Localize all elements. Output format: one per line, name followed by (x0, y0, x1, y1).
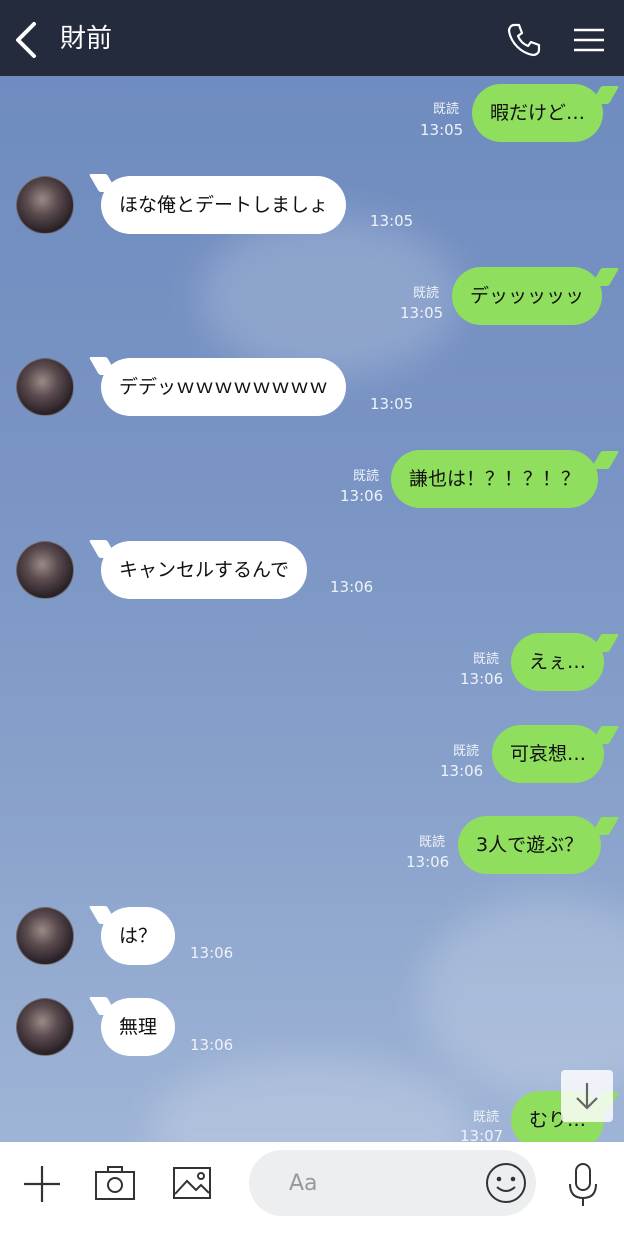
message-time: 13:05 (370, 395, 414, 413)
call-button[interactable] (504, 20, 544, 60)
add-button[interactable] (20, 1162, 64, 1206)
read-receipt: 既読 (433, 102, 460, 117)
message-time: 13:06 (190, 944, 234, 962)
chat-area[interactable] (0, 76, 624, 1142)
chat-header: 財前 (0, 0, 624, 76)
message-time: 13:06 (330, 578, 374, 596)
message-time: 13:06 (406, 853, 450, 871)
message-time: 13:06 (340, 487, 384, 505)
incoming-message-bubble[interactable]: デデッｗｗｗｗｗｗｗｗ (101, 358, 347, 416)
image-icon (173, 1167, 211, 1199)
read-receipt: 既読 (413, 286, 440, 301)
message-time: 13:06 (440, 762, 484, 780)
contact-avatar[interactable] (16, 176, 74, 234)
camera-icon (95, 1166, 135, 1200)
read-receipt: 既読 (419, 835, 446, 850)
message-input-container[interactable] (249, 1150, 536, 1216)
arrow-down-icon (576, 1083, 598, 1110)
scroll-to-bottom-button[interactable] (561, 1070, 613, 1122)
read-receipt: 既読 (473, 1110, 500, 1125)
outgoing-message-bubble[interactable]: えぇ… (511, 633, 605, 691)
incoming-message-bubble[interactable]: は？ (101, 907, 176, 965)
message-time: 13:06 (190, 1036, 234, 1054)
background-cloud (150, 1056, 470, 1142)
chevron-left-icon (16, 22, 36, 58)
message-time: 13:05 (370, 212, 414, 230)
read-receipt: 既読 (473, 652, 500, 667)
message-input-bar (0, 1142, 624, 1240)
read-receipt: 既読 (353, 469, 380, 484)
chat-title: 財前 (60, 24, 113, 54)
read-receipt: 既読 (453, 744, 480, 759)
incoming-message-bubble[interactable]: キャンセルするんで (101, 541, 308, 599)
camera-button[interactable] (94, 1164, 136, 1202)
voice-button[interactable] (566, 1162, 600, 1208)
microphone-icon (569, 1163, 597, 1206)
plus-icon (24, 1166, 60, 1202)
menu-button[interactable] (570, 22, 608, 58)
back-button[interactable] (12, 20, 42, 60)
contact-avatar[interactable] (16, 998, 74, 1056)
outgoing-message-bubble[interactable]: 可哀想… (492, 725, 605, 783)
contact-avatar[interactable] (16, 907, 74, 965)
emoji-button[interactable] (485, 1162, 527, 1204)
outgoing-message-bubble[interactable]: 暇だけど… (472, 84, 604, 142)
phone-icon (507, 23, 541, 57)
background-cloud (420, 896, 624, 1096)
contact-avatar[interactable] (16, 358, 74, 416)
incoming-message-bubble[interactable]: ほな俺とデートしましょ (101, 176, 347, 234)
contact-avatar[interactable] (16, 541, 74, 599)
outgoing-message-bubble[interactable]: 3人で遊ぶ？ (458, 816, 602, 874)
incoming-message-bubble[interactable]: 無理 (101, 998, 176, 1056)
image-button[interactable] (171, 1164, 213, 1202)
outgoing-message-bubble[interactable]: 謙也は！？！？！？ (391, 450, 599, 508)
message-time: 13:06 (460, 670, 504, 688)
message-time: 13:05 (400, 304, 444, 322)
message-time: 13:05 (420, 121, 464, 139)
hamburger-menu-icon (574, 28, 604, 52)
smiley-icon (486, 1163, 526, 1203)
outgoing-message-bubble[interactable]: デッッッッッ (452, 267, 603, 325)
message-input[interactable] (289, 1150, 479, 1216)
